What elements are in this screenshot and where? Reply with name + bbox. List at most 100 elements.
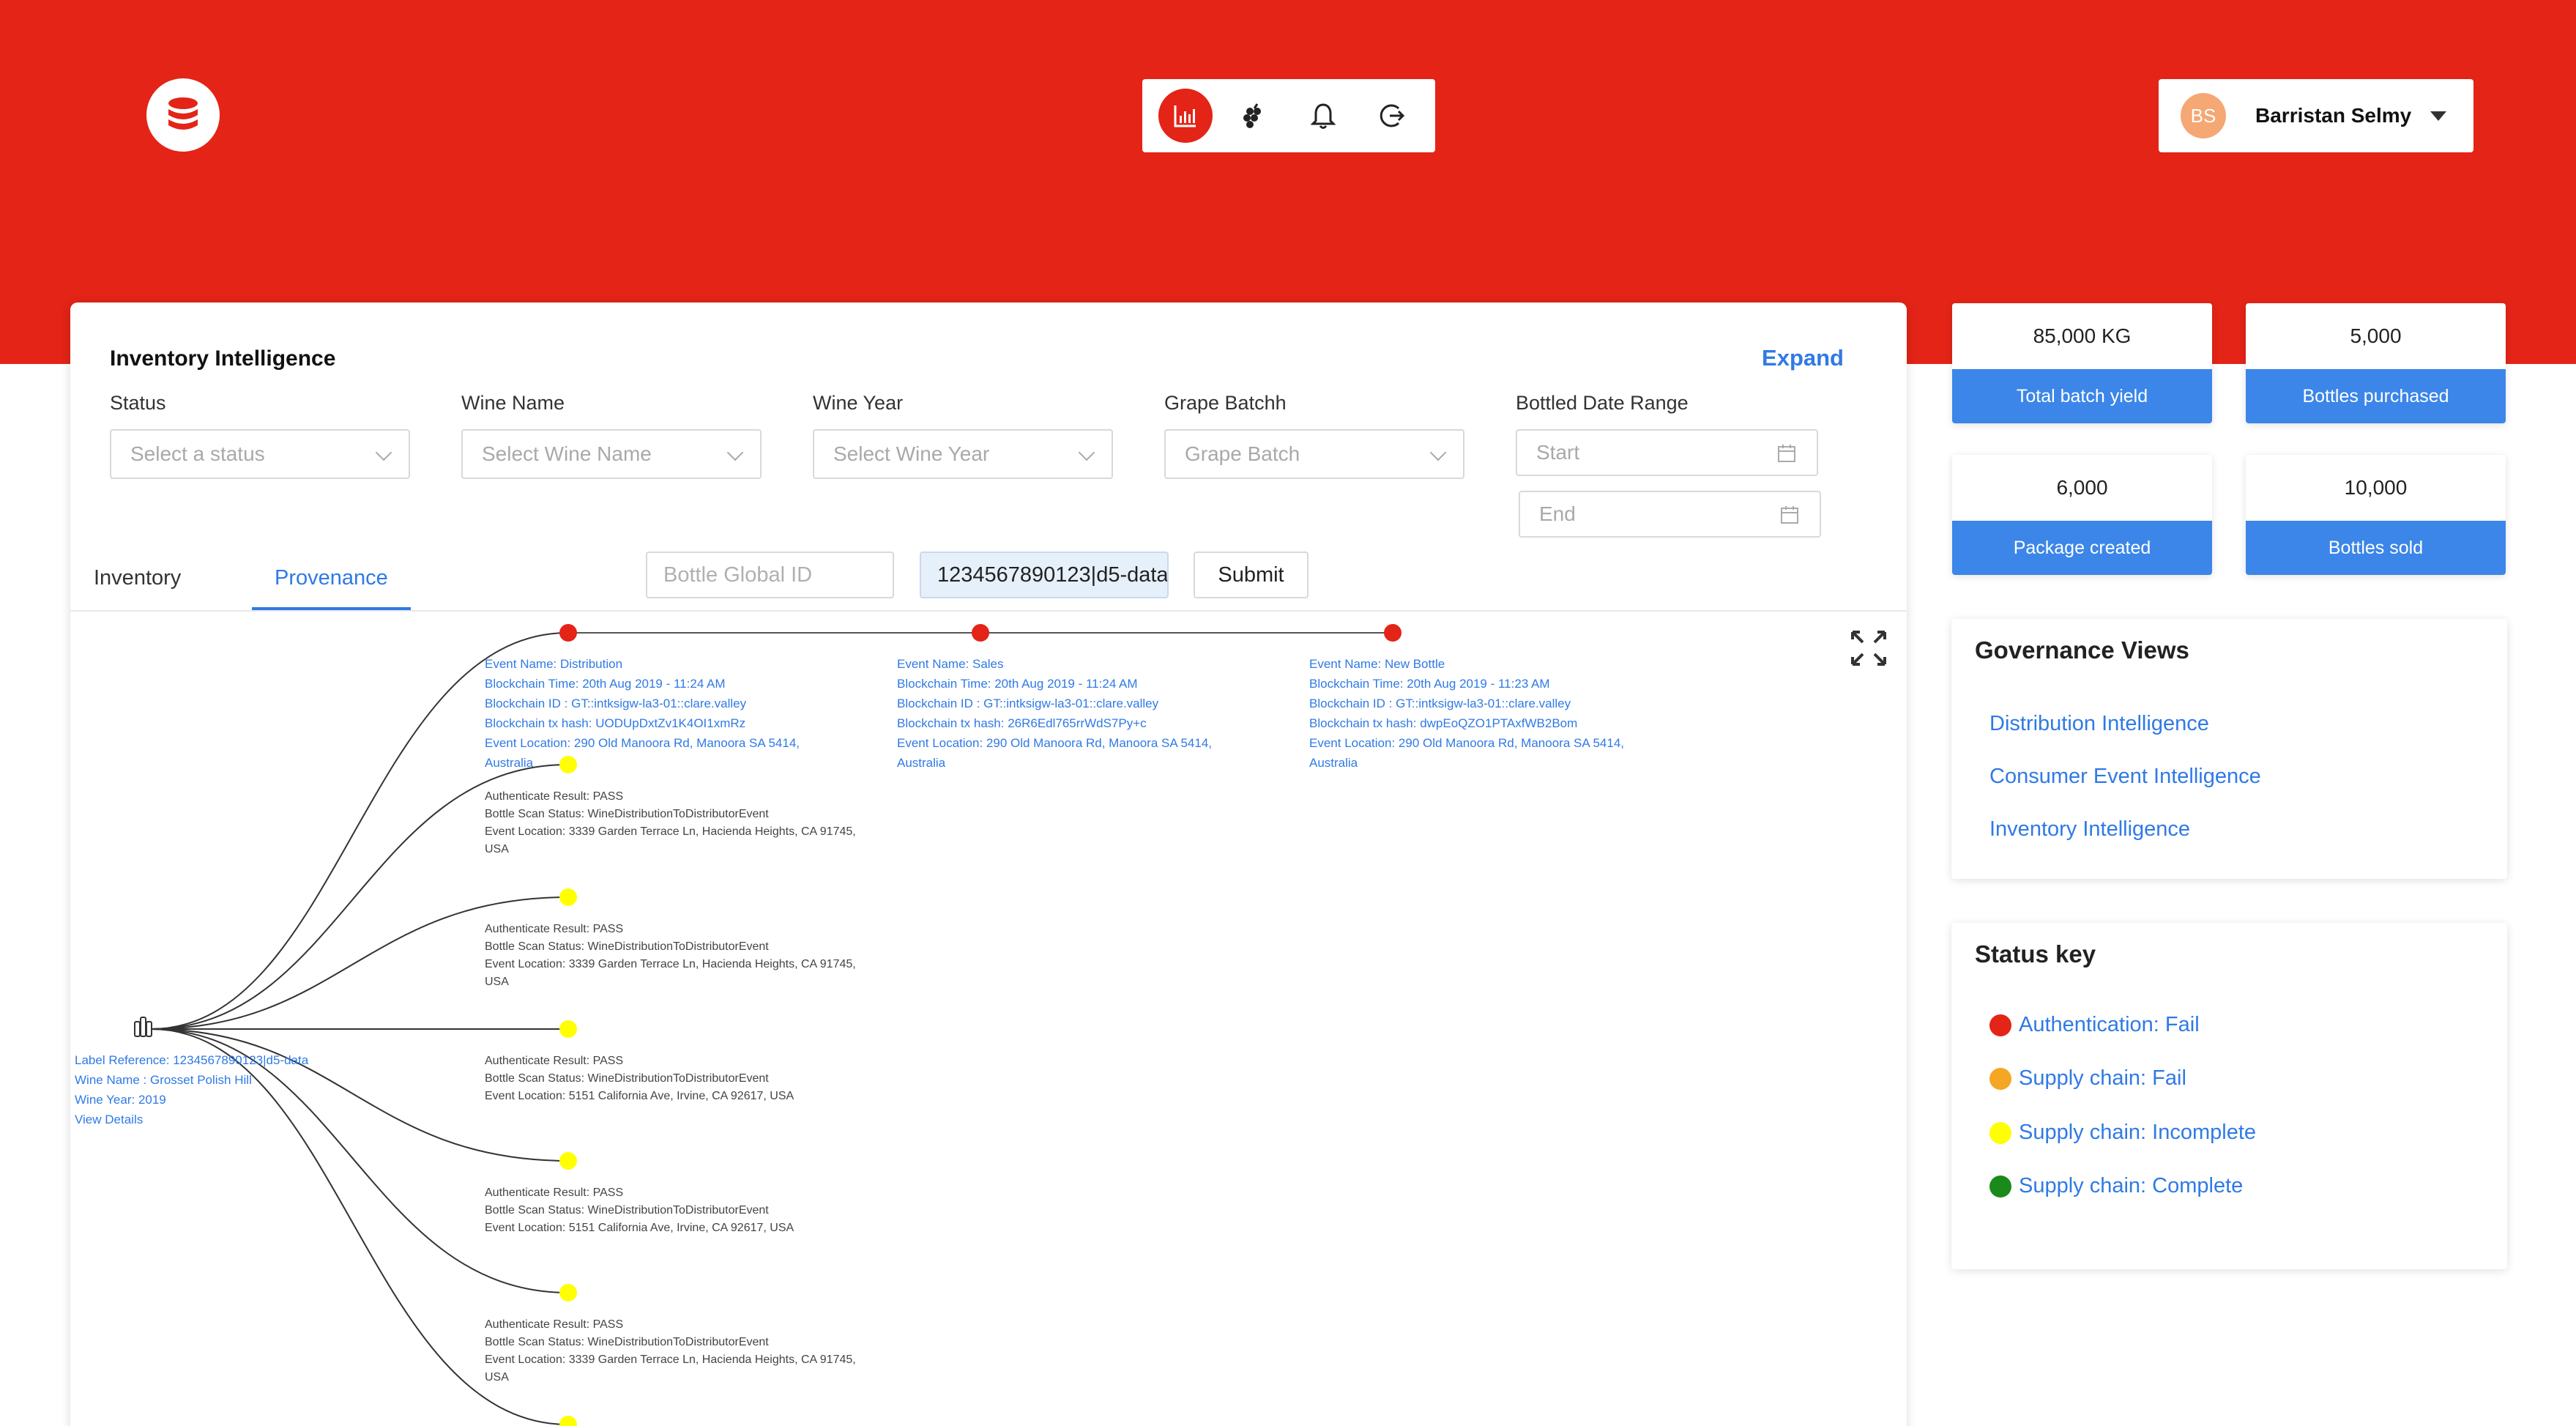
- user-menu[interactable]: BS Barristan Selmy: [2159, 79, 2473, 152]
- status-key-panel: Status key Authentication: Fail Supply c…: [1951, 923, 2507, 1269]
- scan-detail-text: USA: [485, 843, 509, 855]
- nav-grapes-button[interactable]: [1227, 89, 1281, 143]
- event-node: [1384, 624, 1401, 642]
- avatar: BS: [2181, 93, 2226, 138]
- event-detail-text: Event Name: Sales: [897, 657, 1004, 671]
- event-detail-text: Event Name: Distribution: [485, 657, 622, 671]
- scan-detail-text: Authenticate Result: PASS: [485, 1187, 623, 1199]
- scan-detail-text: Event Location: 5151 California Ave, Irv…: [485, 1090, 794, 1102]
- stat-bottles-sold: 10,000 Bottles sold: [2246, 455, 2506, 575]
- orange-status-dot: [1989, 1067, 2011, 1090]
- event-detail-text: Blockchain Time: 20th Aug 2019 - 11:24 A…: [485, 677, 726, 691]
- event-detail-text: Blockchain tx hash: dwpEoQZO1PTAxfWB2Bom: [1309, 716, 1577, 730]
- event-detail-text: Event Location: 290 Old Manoora Rd, Mano…: [485, 736, 800, 750]
- event-detail-text: Event Name: New Bottle: [1309, 657, 1445, 671]
- provenance-tree: Event Name: Distribution Blockchain Time:…: [75, 624, 1624, 1426]
- green-status-dot: [1989, 1175, 2011, 1197]
- status-key-label: Supply chain: Fail: [2019, 1066, 2186, 1090]
- scan-node: [559, 1284, 577, 1301]
- red-status-dot: [1989, 1014, 2011, 1036]
- app-logo[interactable]: [146, 78, 220, 152]
- grapes-icon: [1243, 103, 1261, 128]
- scan-detail-text: Event Location: 3339 Garden Terrace Ln, …: [485, 958, 856, 970]
- bell-icon: [1311, 103, 1336, 129]
- scan-detail-text: Bottle Scan Status: WineDistributionToDi…: [485, 1072, 769, 1085]
- inventory-intelligence-card: Inventory Intelligence Expand Status Sel…: [70, 302, 1907, 1426]
- logout-icon: [1380, 104, 1405, 127]
- status-key-label: Authentication: Fail: [2019, 1013, 2200, 1036]
- status-key-item: Supply chain: Fail: [1989, 1066, 2186, 1091]
- yellow-status-dot: [1989, 1121, 2011, 1144]
- nav-notifications-button[interactable]: [1296, 89, 1350, 143]
- scan-detail-text: Authenticate Result: PASS: [485, 1318, 623, 1331]
- scan-detail-text: USA: [485, 976, 509, 988]
- database-logo-icon: [168, 97, 198, 130]
- scan-detail-text: USA: [485, 1371, 509, 1384]
- event-node: [972, 624, 989, 642]
- bar-chart-icon: [1174, 105, 1196, 127]
- root-label-text: Label Reference: 1234567890123|d5-data: [75, 1053, 309, 1067]
- scan-detail-text: Bottle Scan Status: WineDistributionToDi…: [485, 1204, 769, 1217]
- tree-link: [150, 764, 569, 1030]
- scan-detail-text: Event Location: 5151 California Ave, Irv…: [485, 1222, 794, 1234]
- status-key-item: Supply chain: Incomplete: [1989, 1121, 2256, 1145]
- governance-views-panel: Governance Views Distribution Intelligen…: [1951, 619, 2507, 879]
- event-detail-text: Blockchain Time: 20th Aug 2019 - 11:23 A…: [1309, 677, 1550, 691]
- event-node: [559, 624, 577, 642]
- fullscreen-icon[interactable]: [1850, 629, 1888, 667]
- scan-node: [559, 756, 577, 773]
- root-label-text: Wine Year: 2019: [75, 1093, 166, 1107]
- scan-node: [559, 1416, 577, 1426]
- event-detail-text: Blockchain tx hash: UODUpDxtZv1K4OI1xmRz: [485, 716, 745, 730]
- bottles-icon: [134, 1017, 152, 1037]
- stat-label: Bottles purchased: [2246, 369, 2506, 423]
- scan-detail-text: Authenticate Result: PASS: [485, 790, 623, 803]
- stat-value: 5,000: [2350, 324, 2402, 347]
- event-detail-text: Blockchain ID : GT::intksigw-la3-01::cla…: [485, 697, 747, 710]
- event-detail-text: Australia: [1309, 756, 1358, 770]
- view-details-link[interactable]: View Details: [75, 1113, 143, 1126]
- status-key-item: Authentication: Fail: [1989, 1013, 2200, 1037]
- event-detail-text: Event Location: 290 Old Manoora Rd, Mano…: [1309, 736, 1624, 750]
- consumer-event-intelligence-link[interactable]: Consumer Event Intelligence: [1989, 765, 2261, 789]
- stat-bottles-purchased: 5,000 Bottles purchased: [2246, 303, 2506, 423]
- tree-link: [150, 1028, 569, 1293]
- event-detail-text: Blockchain tx hash: 26R6Edl765rrWdS7Py+c: [897, 716, 1147, 730]
- user-name: Barristan Selmy: [2255, 104, 2412, 127]
- event-detail-text: Australia: [897, 756, 946, 770]
- stat-label: Total batch yield: [1952, 369, 2212, 423]
- status-key-label: Supply chain: Complete: [2019, 1174, 2244, 1197]
- stat-value: 85,000 KG: [2033, 324, 2132, 347]
- scan-node: [559, 1020, 577, 1038]
- event-detail-text: Blockchain Time: 20th Aug 2019 - 11:24 A…: [897, 677, 1138, 691]
- scan-detail-text: Authenticate Result: PASS: [485, 923, 623, 935]
- stat-label: Bottles sold: [2246, 521, 2506, 575]
- nav-analytics-button[interactable]: [1158, 89, 1213, 143]
- scan-detail-text: Authenticate Result: PASS: [485, 1055, 623, 1067]
- status-key-item: Supply chain: Complete: [1989, 1174, 2243, 1198]
- scan-detail-text: Event Location: 3339 Garden Terrace Ln, …: [485, 825, 856, 838]
- nav-logout-button[interactable]: [1365, 89, 1419, 143]
- event-detail-text: Australia: [485, 756, 534, 770]
- scan-detail-text: Bottle Scan Status: WineDistributionToDi…: [485, 808, 769, 820]
- scan-detail-text: Event Location: 3339 Garden Terrace Ln, …: [485, 1353, 856, 1366]
- distribution-intelligence-link[interactable]: Distribution Intelligence: [1989, 712, 2209, 736]
- event-detail-text: Blockchain ID : GT::intksigw-la3-01::cla…: [897, 697, 1159, 710]
- scan-detail-text: Bottle Scan Status: WineDistributionToDi…: [485, 1336, 769, 1348]
- top-nav: [1142, 79, 1435, 152]
- scan-node: [559, 888, 577, 906]
- scan-detail-text: Bottle Scan Status: WineDistributionToDi…: [485, 940, 769, 953]
- inventory-intelligence-link[interactable]: Inventory Intelligence: [1989, 817, 2190, 842]
- stat-value: 6,000: [2056, 476, 2108, 499]
- event-detail-text: Event Location: 290 Old Manoora Rd, Mano…: [897, 736, 1212, 750]
- governance-title: Governance Views: [1975, 636, 2189, 664]
- status-key-label: Supply chain: Incomplete: [2019, 1121, 2257, 1144]
- event-detail-text: Blockchain ID : GT::intksigw-la3-01::cla…: [1309, 697, 1571, 710]
- stat-value: 10,000: [2344, 476, 2408, 499]
- stat-package-created: 6,000 Package created: [1952, 455, 2212, 575]
- root-label-text: Wine Name : Grosset Polish Hill: [75, 1073, 252, 1087]
- stat-label: Package created: [1952, 521, 2212, 575]
- stat-total-batch-yield: 85,000 KG Total batch yield: [1952, 303, 2212, 423]
- status-key-title: Status key: [1975, 940, 2096, 968]
- caret-down-icon: [2430, 111, 2447, 121]
